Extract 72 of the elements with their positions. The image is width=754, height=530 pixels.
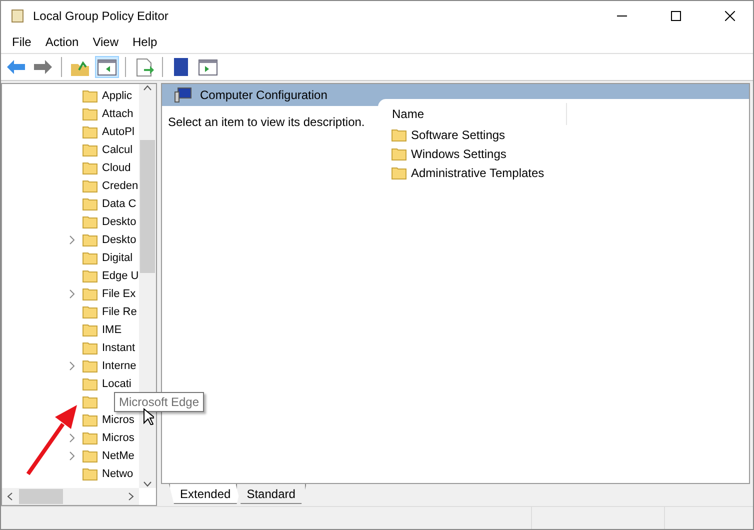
tree-item[interactable]: AutoPl bbox=[102, 126, 134, 138]
menu-item[interactable]: Help bbox=[126, 35, 164, 49]
scroll-right-icon[interactable] bbox=[126, 492, 135, 501]
folder-icon bbox=[82, 197, 98, 211]
tree-item[interactable]: Applic bbox=[102, 90, 132, 102]
computer-icon bbox=[174, 87, 192, 103]
folder-icon bbox=[82, 233, 98, 247]
folder-icon bbox=[82, 215, 98, 229]
folder-icon bbox=[82, 467, 98, 481]
folder-icon bbox=[82, 161, 98, 175]
tree-item[interactable]: Digital bbox=[102, 252, 133, 264]
scroll-up-icon[interactable] bbox=[143, 84, 152, 93]
tree-item[interactable]: Micros bbox=[102, 414, 134, 426]
cursor-icon bbox=[143, 408, 154, 425]
folder-icon bbox=[82, 305, 98, 319]
tree-item[interactable]: File Ex bbox=[102, 288, 136, 300]
tree-item[interactable]: Cloud bbox=[102, 162, 131, 174]
folder-icon bbox=[82, 323, 98, 337]
folder-icon bbox=[82, 251, 98, 265]
folder-icon bbox=[391, 166, 407, 180]
folder-icon bbox=[82, 449, 98, 463]
folder-icon bbox=[82, 89, 98, 103]
menu-item[interactable]: Action bbox=[38, 35, 86, 49]
tab[interactable]: Standard bbox=[236, 484, 306, 504]
tooltip: Microsoft Edge bbox=[114, 392, 204, 412]
column-header[interactable]: Name bbox=[378, 103, 567, 125]
tree-item[interactable]: Edge U bbox=[102, 270, 139, 282]
folder-icon bbox=[82, 143, 98, 157]
tree-item[interactable]: Attach bbox=[102, 108, 134, 120]
folder-icon bbox=[82, 269, 98, 283]
chevron-icon[interactable] bbox=[69, 361, 75, 371]
tree-item[interactable]: Locati bbox=[102, 378, 132, 390]
horizontal-scrollbar[interactable] bbox=[2, 488, 139, 505]
folder-icon bbox=[82, 287, 98, 301]
folder-icon bbox=[82, 341, 98, 355]
tree-item[interactable]: Calcul bbox=[102, 144, 133, 156]
tree-item[interactable]: Micros bbox=[102, 432, 134, 444]
tree-item[interactable]: IME bbox=[102, 324, 122, 336]
tree-item[interactable]: Deskto bbox=[102, 234, 136, 246]
folder-icon bbox=[82, 107, 98, 121]
list-item[interactable]: Windows Settings bbox=[411, 146, 506, 160]
folder-icon bbox=[82, 377, 98, 391]
tree-item[interactable]: Instant bbox=[102, 342, 136, 354]
folder-icon bbox=[82, 179, 98, 193]
tree-item[interactable]: Creden bbox=[102, 180, 138, 192]
maximize-icon[interactable] bbox=[671, 11, 681, 21]
tree-item[interactable]: Netwo bbox=[102, 468, 134, 480]
list-item[interactable]: Administrative Templates bbox=[411, 166, 544, 180]
list-item[interactable]: Software Settings bbox=[411, 128, 506, 142]
header-title: Computer Configuration bbox=[200, 88, 328, 102]
menu-item[interactable]: View bbox=[86, 35, 126, 49]
chevron-icon[interactable] bbox=[69, 289, 75, 299]
close-icon[interactable] bbox=[725, 11, 735, 21]
description-text: Select an item to view its description. bbox=[168, 115, 365, 129]
tree-item[interactable]: Interne bbox=[102, 360, 136, 372]
tree-item[interactable]: File Re bbox=[102, 306, 137, 318]
scroll-left-icon[interactable] bbox=[6, 492, 15, 501]
menu-item[interactable]: File bbox=[5, 35, 38, 49]
window-title: Local Group Policy Editor bbox=[33, 9, 170, 23]
folder-icon bbox=[82, 413, 98, 427]
scroll-down-icon[interactable] bbox=[143, 479, 152, 488]
tree-pane-button[interactable] bbox=[95, 56, 119, 78]
folder-icon bbox=[82, 359, 98, 373]
folder-icon bbox=[82, 431, 98, 445]
tree-item[interactable]: Data C bbox=[102, 198, 136, 210]
folder-icon bbox=[391, 128, 407, 142]
chevron-icon[interactable] bbox=[69, 235, 75, 245]
folder-icon bbox=[391, 146, 407, 160]
folder-icon bbox=[82, 395, 98, 409]
tree-item[interactable]: Deskto bbox=[102, 216, 136, 228]
folder-icon bbox=[82, 125, 98, 139]
tree-item[interactable]: NetMe bbox=[102, 450, 134, 462]
